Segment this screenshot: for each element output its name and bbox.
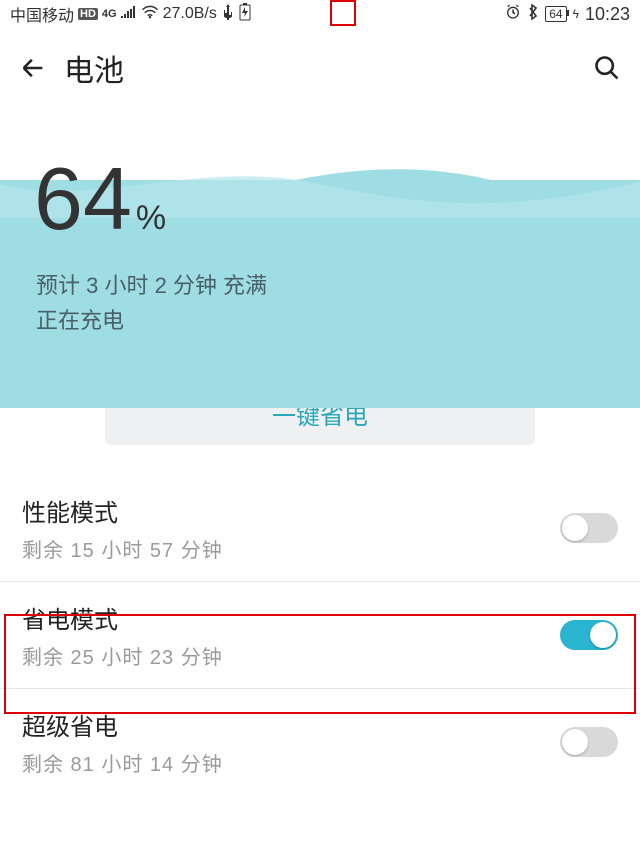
battery-charging-icon: [239, 3, 251, 26]
search-button[interactable]: [590, 51, 624, 85]
bluetooth-icon: [527, 4, 539, 25]
mode-list: 性能模式 剩余 15 小时 57 分钟 省电模式 剩余 25 小时 23 分钟 …: [0, 475, 640, 795]
mode-title: 性能模式: [22, 493, 223, 528]
mode-sub: 剩余 25 小时 23 分钟: [22, 641, 223, 670]
back-button[interactable]: [16, 51, 50, 85]
battery-percentage: 64%: [34, 148, 166, 250]
time-to-full: 预计 3 小时 2 分钟 充满: [36, 268, 267, 303]
battery-pct-value: 64: [34, 149, 132, 248]
battery-hero: 64% 预计 3 小时 2 分钟 充满 正在充电: [0, 158, 640, 408]
charging-status: 正在充电: [36, 303, 267, 338]
mode-toggle-powersave[interactable]: [560, 620, 618, 650]
mode-row-performance[interactable]: 性能模式 剩余 15 小时 57 分钟: [0, 475, 640, 582]
network-type: 4G: [102, 8, 117, 20]
mode-sub: 剩余 81 小时 14 分钟: [22, 748, 223, 777]
wifi-icon: [141, 5, 159, 24]
signal-icon: [121, 5, 137, 23]
carrier-label: 中国移动: [10, 2, 74, 26]
charge-bolt-icon: ϟ: [573, 7, 579, 21]
net-speed: 27.0B/s: [163, 5, 217, 23]
hd-badge: HD: [78, 8, 98, 20]
mode-row-ultra[interactable]: 超级省电 剩余 81 小时 14 分钟: [0, 689, 640, 795]
percent-sign: %: [136, 199, 166, 237]
usb-icon: [221, 4, 235, 25]
status-bar: 中国移动 HD 4G 27.0B/s 64 ϟ 10:23: [0, 0, 640, 28]
mode-title: 超级省电: [22, 707, 223, 742]
mode-toggle-ultra[interactable]: [560, 727, 618, 757]
alarm-icon: [505, 4, 521, 25]
mode-toggle-performance[interactable]: [560, 513, 618, 543]
mode-row-powersave[interactable]: 省电模式 剩余 25 小时 23 分钟: [0, 582, 640, 689]
mode-sub: 剩余 15 小时 57 分钟: [22, 534, 223, 563]
clock: 10:23: [585, 4, 630, 25]
page-title: 电池: [64, 46, 124, 90]
battery-pct: 64: [545, 6, 566, 22]
app-header: 电池: [0, 28, 640, 98]
mode-title: 省电模式: [22, 600, 223, 635]
